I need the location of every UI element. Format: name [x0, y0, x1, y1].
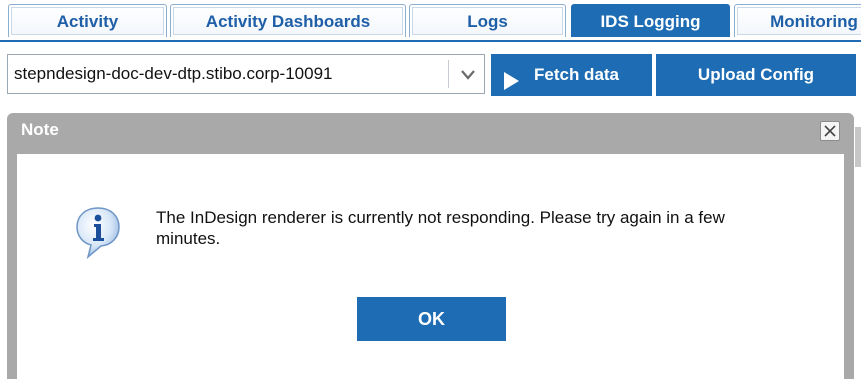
server-select[interactable]: stepndesign-doc-dev-dtp.stibo.corp-10091 [7, 54, 485, 94]
tab-monitoring[interactable]: Monitoring [734, 4, 861, 37]
ids-logging-screen: Activity Activity Dashboards Logs IDS Lo… [0, 0, 861, 379]
upload-config-button[interactable]: Upload Config [656, 54, 856, 96]
tab-ids-logging[interactable]: IDS Logging [571, 4, 730, 37]
close-button[interactable] [820, 121, 840, 141]
chevron-down-icon[interactable] [457, 62, 479, 86]
tab-activity[interactable]: Activity [8, 4, 167, 37]
fetch-data-label: Fetch data [534, 65, 620, 84]
dialog-title: Note [21, 120, 59, 139]
select-divider [448, 60, 449, 88]
play-icon [502, 65, 520, 90]
tab-logs[interactable]: Logs [409, 4, 566, 37]
server-select-value: stepndesign-doc-dev-dtp.stibo.corp-10091 [14, 64, 333, 83]
dialog-header[interactable]: Note [7, 113, 854, 151]
note-dialog: Note The InDesign renderer is currently … [7, 113, 854, 379]
tab-activity-dashboards[interactable]: Activity Dashboards [170, 4, 406, 37]
toolbar: stepndesign-doc-dev-dtp.stibo.corp-10091… [0, 54, 861, 98]
fetch-data-button[interactable]: Fetch data [491, 54, 652, 96]
background-panel-edge [855, 127, 861, 167]
tab-bar: Activity Activity Dashboards Logs IDS Lo… [0, 0, 861, 42]
info-icon [74, 205, 122, 260]
close-icon [824, 125, 836, 137]
dialog-message: The InDesign renderer is currently not r… [156, 208, 725, 248]
ok-button[interactable]: OK [357, 297, 506, 341]
dialog-body: The InDesign renderer is currently not r… [17, 154, 844, 379]
